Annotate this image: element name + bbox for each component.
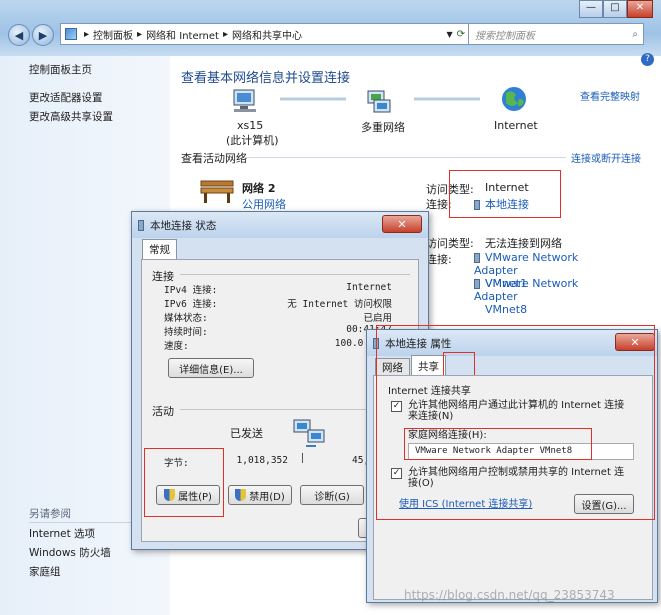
network-activity-icon [293, 419, 325, 447]
multi-network-label: 多重网络 [361, 121, 405, 134]
page-title: 查看基本网络信息并设置连接 [181, 71, 351, 86]
highlight-box [144, 448, 224, 517]
back-button[interactable]: ◀ [8, 24, 30, 46]
ipv4-label: IPv4 连接: [164, 285, 218, 296]
connect-disconnect-link[interactable]: 连接或断开连接 [571, 150, 641, 165]
active-networks-label: 查看活动网络 [181, 152, 247, 165]
activity-section-label: 活动 [152, 405, 174, 418]
close-button[interactable]: ✕ [627, 0, 653, 18]
sidebar-item-home[interactable]: 控制面板主页 [29, 62, 92, 77]
see-also-heading: 另请参阅 [29, 508, 71, 520]
search-input[interactable]: 搜索控制面板 ⌕ [468, 23, 644, 45]
search-placeholder: 搜索控制面板 [475, 30, 535, 42]
network-map [233, 87, 526, 113]
sidebar-item-internet-options[interactable]: Internet 选项 [29, 526, 95, 541]
media-state-value: 已启用 [363, 313, 392, 324]
view-full-map-link[interactable]: 查看完整映射 [580, 88, 640, 103]
breadcrumb-separator: ▸ [222, 28, 228, 40]
divider [244, 157, 566, 158]
network-type-link[interactable]: 公用网络 [242, 196, 286, 212]
search-icon[interactable]: ⌕ [632, 29, 638, 40]
computer-sub: (此计算机) [226, 134, 279, 147]
adapter-icon [138, 219, 144, 231]
ipv6-value: 无 Internet 访问权限 [287, 299, 392, 310]
divider [302, 453, 303, 463]
vmnet8-text-cont: VMnet8 [485, 303, 528, 316]
arrow-left-icon: ◀ [14, 28, 24, 42]
address-bar[interactable]: ▸ 控制面板 ▸ 网络和 Internet ▸ 网络和共享中心 ▼ ⟳ [60, 23, 470, 45]
sent-label: 已发送 [230, 427, 263, 440]
breadcrumb-separator: ▸ [84, 28, 90, 40]
shield-icon [235, 489, 247, 501]
internet-label: Internet [494, 119, 538, 132]
computer-name: xs15 [237, 119, 264, 132]
connection-label: 连接: [426, 198, 452, 211]
vmnet8-text: VMware Network Adapter [474, 277, 579, 303]
adapter-icon [474, 253, 480, 263]
vmnet1-text: VMware Network Adapter [474, 251, 579, 277]
close-icon: ✕ [397, 217, 407, 231]
diagnose-button[interactable]: 诊断(G) [300, 485, 364, 505]
details-button[interactable]: 详细信息(E)... [168, 358, 254, 378]
tab-general[interactable]: 常规 [142, 239, 177, 259]
dropdown-chevron-icon[interactable]: ▼ [446, 30, 452, 39]
forward-button[interactable]: ▶ [32, 24, 54, 46]
status-close-button[interactable]: ✕ [382, 215, 422, 233]
sidebar-item-firewall[interactable]: Windows 防火墙 [29, 545, 111, 560]
breadcrumb-control-panel[interactable]: 控制面板 [93, 27, 133, 42]
refresh-icon[interactable]: ⟳ [457, 29, 465, 40]
ipv6-label: IPv6 连接: [164, 299, 218, 310]
watermark: https://blog.csdn.net/qq_23853743 [404, 588, 615, 602]
breadcrumb-separator: ▸ [137, 28, 143, 40]
bench-icon [200, 180, 234, 203]
highlight-box [376, 325, 655, 520]
sidebar-item-advanced-sharing[interactable]: 更改高级共享设置 [29, 109, 113, 124]
duration-label: 持续时间: [164, 327, 208, 338]
globe-icon [502, 87, 526, 111]
access-type-value: 无法连接到网络 [485, 237, 562, 250]
arrow-right-icon: ▶ [38, 28, 48, 42]
bytes-sent-value: 1,018,352 [236, 455, 288, 466]
breadcrumb-network-center[interactable]: 网络和共享中心 [232, 27, 302, 42]
minimize-button[interactable]: — [579, 0, 603, 18]
computer-icon [233, 89, 256, 112]
media-state-label: 媒体状态: [164, 313, 208, 324]
help-icon[interactable]: ? [641, 53, 654, 66]
breadcrumb-network-internet[interactable]: 网络和 Internet [146, 27, 219, 42]
adapter-icon [474, 279, 480, 289]
connection-label: 连接: [426, 253, 452, 266]
divider [180, 274, 410, 275]
maximize-button[interactable]: □ [603, 0, 627, 18]
sidebar-item-homegroup[interactable]: 家庭组 [29, 564, 61, 579]
multi-network-icon [367, 90, 391, 113]
caption-buttons: — □ ✕ [579, 0, 653, 18]
highlight-box [449, 170, 561, 218]
sidebar-item-adapter[interactable]: 更改适配器设置 [29, 90, 103, 105]
disable-button[interactable]: 禁用(D) [228, 485, 292, 505]
status-dialog-title: 本地连接 状态 [150, 219, 217, 232]
disable-button-label: 禁用(D) [249, 491, 285, 503]
vmnet8-link[interactable]: VMware Network Adapter VMnet8 [474, 277, 612, 316]
control-panel-icon [65, 28, 77, 40]
network-name: 网络 2 [242, 182, 276, 195]
ipv4-value: Internet [346, 282, 392, 293]
speed-label: 速度: [164, 341, 189, 352]
access-type-label: 访问类型: [426, 237, 474, 250]
